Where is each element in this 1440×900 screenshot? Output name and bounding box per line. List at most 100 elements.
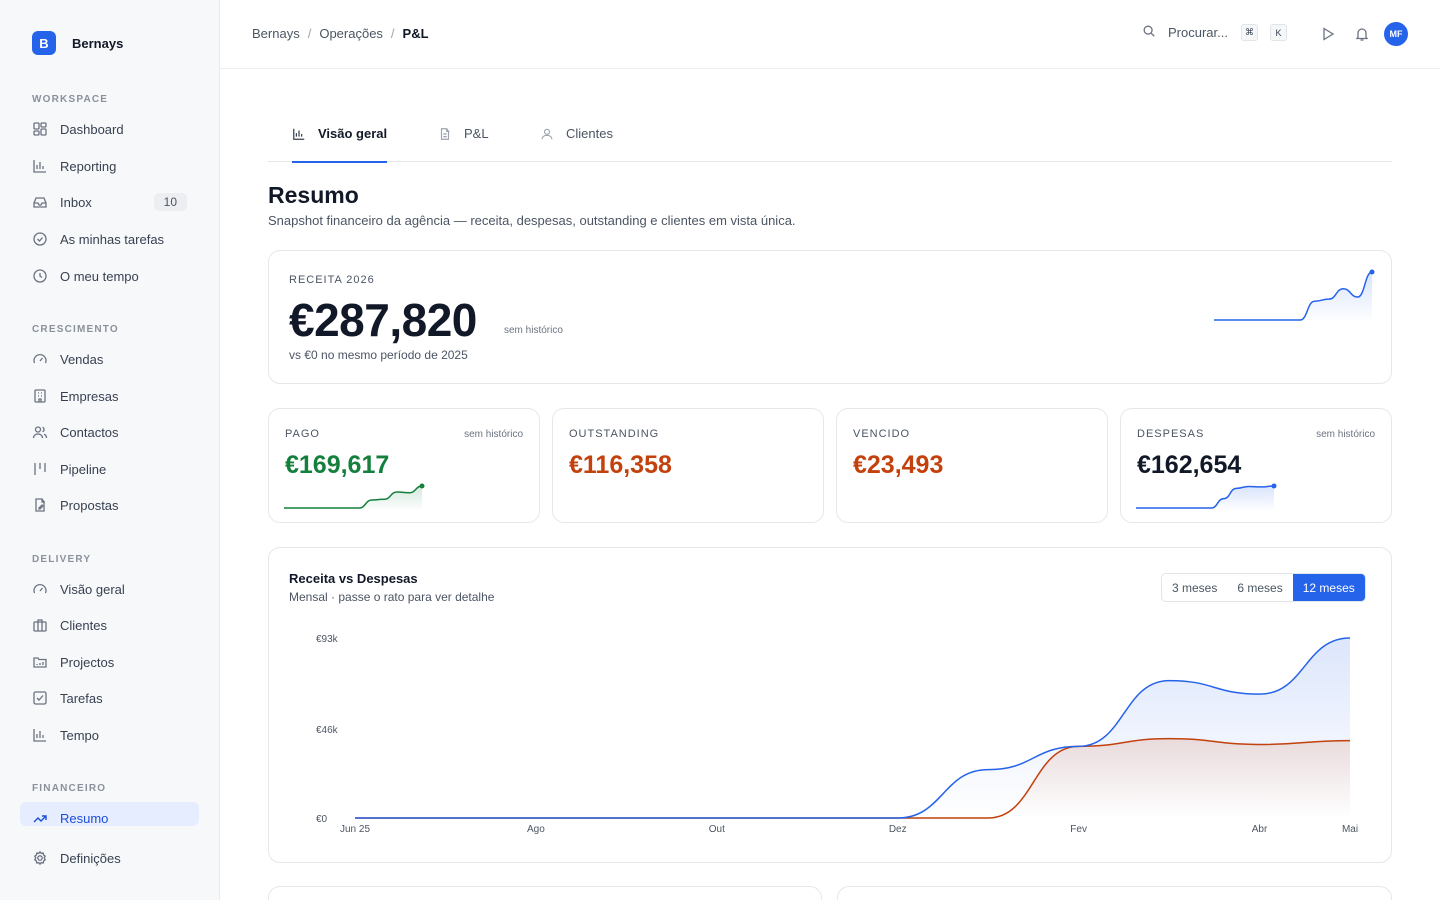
bell-icon[interactable] [1353, 25, 1371, 43]
bottom-card-left [268, 886, 822, 900]
sidebar-item-pipeline[interactable]: Pipeline [20, 454, 199, 484]
tab-label: Clientes [566, 126, 613, 141]
bar-chart-icon [32, 158, 48, 174]
breadcrumb-separator: / [307, 26, 312, 41]
sparkline-end-dot [1369, 269, 1375, 275]
section-label-growth: CRESCIMENTO [32, 324, 119, 335]
sidebar-item-my-time[interactable]: O meu tempo [20, 261, 199, 291]
tab-overview[interactable]: Visão geral [292, 126, 388, 163]
brand-logo: B [32, 31, 56, 55]
x-tick-label: Fev [1070, 824, 1087, 835]
sidebar-item-tasks[interactable]: Tarefas [20, 683, 199, 713]
breadcrumb: Bernays / Operações / P&L [252, 26, 429, 41]
sidebar-item-label: Inbox [60, 194, 92, 210]
stat-card-paid: PAGO sem histórico €169,617 [268, 408, 540, 523]
play-icon[interactable] [1319, 25, 1337, 43]
revenue-vs-expenses-card: €0 €46k €93k Jun 25 Ago Out Dez Fev Abr Mai Recei… [268, 547, 1392, 863]
breadcrumb-item[interactable]: Bernays [252, 26, 300, 41]
sparkline-end-dot [1271, 483, 1277, 489]
pipeline-icon [32, 461, 48, 477]
breadcrumb-item[interactable]: Operações [319, 26, 383, 41]
stat-label: OUTSTANDING [569, 428, 660, 440]
sidebar-item-inbox[interactable]: Inbox 10 [20, 187, 199, 217]
inbox-count-badge: 10 [153, 193, 187, 211]
sidebar-item-label: Resumo [60, 811, 109, 826]
sidebar-item-label: As minhas tarefas [60, 231, 165, 247]
users-icon [32, 424, 48, 440]
user-icon [540, 127, 554, 141]
gauge-icon [32, 581, 48, 597]
tab-clients[interactable]: Clientes [540, 126, 613, 162]
range-12-months[interactable]: 12 meses [1292, 574, 1365, 601]
checkbox-icon [32, 690, 48, 706]
sidebar-item-reporting[interactable]: Reporting [20, 151, 199, 181]
avatar[interactable]: MF [1384, 22, 1408, 46]
range-3-months[interactable]: 3 meses [1162, 574, 1227, 601]
revenue-card: RECEITA 2026 €287,820 sem histórico vs €… [268, 250, 1392, 384]
building-icon [32, 388, 48, 404]
search-button[interactable]: Procurar... ⌘ K [1142, 24, 1287, 41]
sidebar-item-label: Projectos [60, 654, 115, 670]
brand[interactable]: B Bernays [32, 31, 123, 55]
y-tick-label: €46k [316, 725, 339, 736]
tab-label: Visão geral [318, 126, 388, 141]
search-icon [1142, 24, 1156, 41]
sidebar-item-time[interactable]: Tempo [20, 720, 199, 750]
stat-label: VENCIDO [853, 428, 911, 440]
expenses-sparkline [1136, 483, 1277, 511]
brand-name: Bernays [72, 35, 124, 51]
sidebar-item-label: Dashboard [60, 121, 124, 137]
chart-title: Receita vs Despesas [289, 571, 418, 586]
sidebar-item-overview[interactable]: Visão geral [20, 574, 199, 604]
x-tick-label: Jun 25 [340, 824, 370, 835]
sidebar-item-summary[interactable]: Resumo [20, 802, 199, 826]
sidebar-item-label: Empresas [60, 388, 119, 404]
bar-chart-icon [292, 127, 306, 141]
stat-label: PAGO [285, 428, 320, 440]
shortcut-key: ⌘ [1240, 24, 1258, 41]
check-circle-icon [32, 231, 48, 247]
section-label-finance: FINANCEIRO [32, 783, 107, 794]
stat-card-outstanding: OUTSTANDING €116,358 [552, 408, 824, 523]
bar-chart-icon [32, 727, 48, 743]
breadcrumb-separator: / [390, 26, 395, 41]
y-tick-label: €93k [316, 634, 339, 645]
stat-no-history-note: sem histórico [464, 429, 523, 440]
x-tick-label: Dez [889, 824, 907, 835]
sidebar-item-label: Tempo [60, 727, 100, 743]
sidebar-item-label: Tarefas [60, 690, 103, 706]
x-tick-label: Ago [527, 824, 545, 835]
series-area [355, 738, 1350, 818]
bottom-card-right [837, 886, 1392, 900]
tab-pnl[interactable]: P&L [438, 126, 489, 162]
sidebar-item-sales[interactable]: Vendas [20, 344, 199, 374]
tab-label: P&L [464, 126, 489, 141]
sidebar-item-dashboard[interactable]: Dashboard [20, 114, 199, 144]
gauge-icon [32, 351, 48, 367]
sidebar-item-contacts[interactable]: Contactos [20, 417, 199, 447]
revenue-label: RECEITA 2026 [289, 274, 375, 286]
chart-subtitle: Mensal · passe o rato para ver detalhe [289, 590, 495, 604]
sidebar-item-label: O meu tempo [60, 268, 139, 284]
sidebar-item-settings[interactable]: Definições [20, 843, 199, 873]
stat-value: €116,358 [569, 451, 672, 479]
inbox-icon [32, 194, 48, 210]
breadcrumb-current: P&L [402, 26, 429, 41]
sidebar-item-proposals[interactable]: Propostas [20, 490, 199, 520]
sidebar-item-clients[interactable]: Clientes [20, 610, 199, 640]
gear-icon [32, 850, 48, 866]
shortcut-key: K [1269, 24, 1287, 41]
topbar: Bernays / Operações / P&L Procurar... ⌘ … [220, 0, 1440, 69]
sidebar-item-my-tasks[interactable]: As minhas tarefas [20, 224, 199, 254]
sidebar-item-label: Definições [60, 850, 121, 866]
stat-no-history-note: sem histórico [1316, 429, 1375, 440]
sidebar-item-companies[interactable]: Empresas [20, 381, 199, 411]
sidebar-item-label: Pipeline [60, 461, 107, 477]
range-6-months[interactable]: 6 meses [1227, 574, 1292, 601]
revenue-no-history-note: sem histórico [504, 325, 563, 336]
sidebar-item-projects[interactable]: Projectos [20, 647, 199, 677]
document-icon [438, 127, 452, 141]
sidebar-item-label: Contactos [60, 424, 119, 440]
stat-value: €169,617 [285, 451, 390, 479]
revenue-comparison: vs €0 no mesmo período de 2025 [289, 348, 468, 362]
